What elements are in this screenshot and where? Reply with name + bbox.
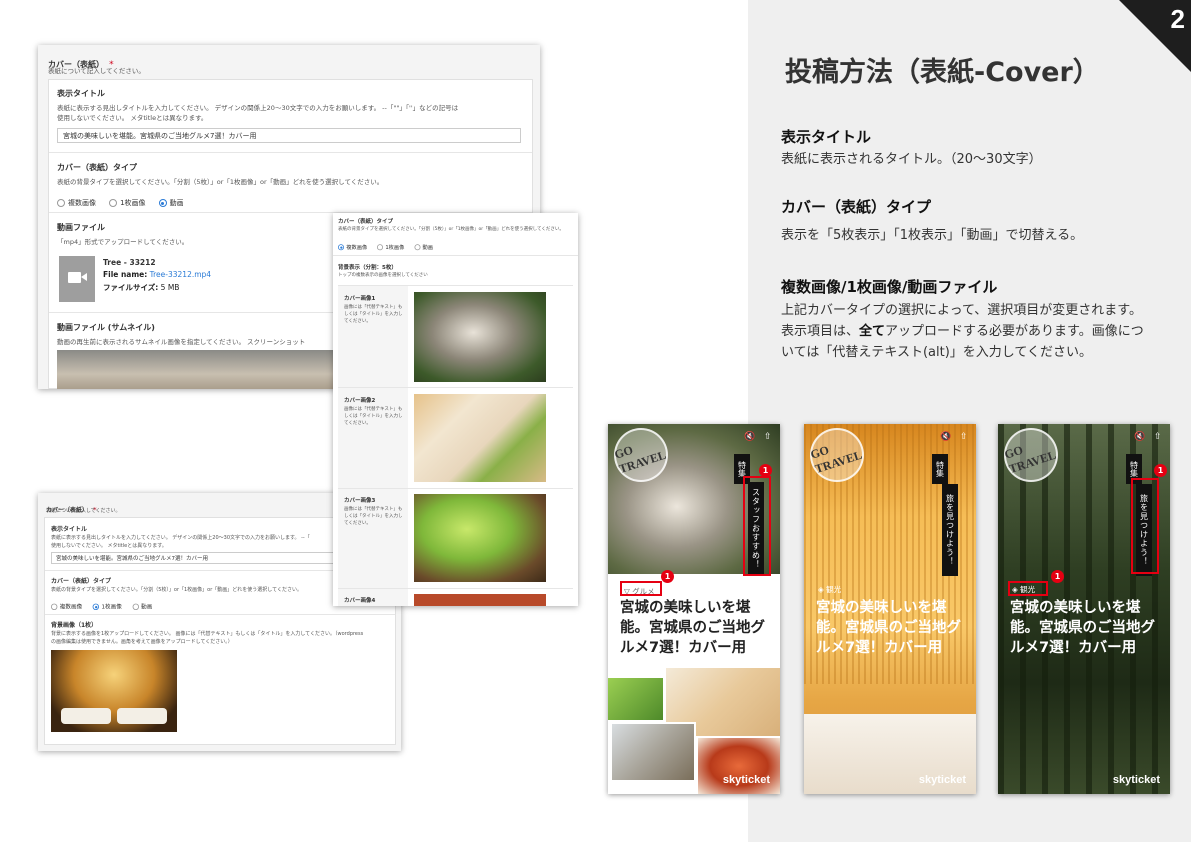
title-hint-2: 使用しないでください。 メタtitleとは異なります。 (51, 543, 167, 549)
cover-image-1-oyster[interactable] (414, 292, 546, 382)
type-label: カバー（表紙）タイプ (57, 163, 137, 172)
find-travel-tag: 旅を見つけよう！ (942, 484, 958, 576)
radio-video[interactable]: 動画 (132, 603, 152, 611)
type-radio-group: 複数画像 1枚画像 動画 (57, 192, 192, 211)
highlight-box-tag (743, 476, 771, 576)
section-body-title: 表紙に表示されるタイトル。（20〜30文字） (781, 152, 1042, 167)
phone-preview-video: GO TRAVEL 🔇 ⇧ 特集 旅を見つけよう！ 1 ◈ 観光 1 宮城の美味… (998, 424, 1170, 794)
phone-preview-single: GO TRAVEL 🔇 ⇧ 特集 旅を見つけよう！ ◈ 観光 宮城の美味しいを堪… (804, 424, 976, 794)
cover-title: 宮城の美味しいを堪能。宮城県のご当地グルメ7選！カバー用 (1010, 600, 1155, 656)
file-name-label: File name: (103, 270, 148, 279)
cover-image-1-label: カバー画像1 (344, 296, 376, 302)
cover-image-1-hint: 画像には「代替テキスト」もしくは「タイトル」を入力してください。 (344, 305, 403, 324)
title-hint: 表紙に表示する見出しタイトルを入力してください。 デザインの関係上20〜30文字… (51, 535, 310, 541)
title-label: 表示タイトル (51, 526, 88, 533)
type-hint: 表紙の背景タイプを選択してください。「分割（5枚）」or「1枚画像」or「動画」… (338, 227, 564, 232)
file-title: Tree - 33212 (103, 258, 156, 267)
callout-badge-tag: 1 (759, 464, 772, 477)
go-travel-logo: GO TRAVEL (1003, 428, 1058, 482)
bg-hint-2: の画像編集は使用できません。画角を考えて画像をアップロードしてください。） (51, 639, 233, 645)
slide-number: 2 (1170, 4, 1185, 34)
highlight-box-category (1008, 581, 1048, 596)
highlight-box-tag (1131, 478, 1159, 574)
type-radio-group: 複数画像 1枚画像 動画 (51, 598, 159, 613)
file-name-link[interactable]: Tree-33212.mp4 (150, 270, 211, 279)
radio-multiple[interactable]: 複数画像 (51, 603, 82, 611)
share-icon[interactable]: ⇧ (764, 432, 772, 442)
cover-image-4-label: カバー画像4 (344, 598, 376, 604)
file-size-label: ファイルサイズ: (103, 283, 159, 292)
highlight-box-category (620, 581, 662, 596)
noodle-photo (610, 722, 696, 782)
cover-image-4[interactable] (414, 594, 546, 606)
share-icon[interactable]: ⇧ (960, 432, 968, 442)
cover-hint: 表紙について記入してください。 (48, 67, 145, 75)
type-radio-group: 複数画像 1枚画像 動画 (338, 239, 439, 253)
feature-tag: 特集 (932, 454, 948, 484)
category-tag: ◈ 観光 (818, 585, 842, 594)
file-size: 5 MB (160, 283, 180, 292)
share-icon[interactable]: ⇧ (1154, 432, 1162, 442)
background-image (51, 650, 177, 732)
radio-multiple[interactable]: 複数画像 (57, 198, 96, 208)
thumbnail-image (57, 350, 347, 389)
type-hint: 表紙の背景タイプを選択してください。「分割（5枚）」or「1枚画像」or「動画」… (57, 178, 384, 186)
callout-badge-tag: 1 (1154, 464, 1167, 477)
radio-single[interactable]: 1枚画像 (377, 244, 404, 252)
phone-preview-multiple: GO TRAVEL 🔇 ⇧ 特集 スタッフおすすめ！ 1 ▽ グルメ 1 宮城の… (608, 424, 780, 794)
thumb-hint: 動画の再生前に表示されるサムネイル画像を指定してください。 スクリーンショット (57, 338, 306, 346)
section-heading-files: 複数画像/1枚画像/動画ファイル (781, 278, 998, 296)
skyticket-logo: skyticket (722, 774, 770, 786)
form-screenshot-multiple: カバー（表紙）タイプ 表紙の背景タイプを選択してください。「分割（5枚）」or「… (333, 213, 578, 606)
cover-image-3-hint: 画像には「代替テキスト」もしくは「タイトル」を入力してください。 (344, 507, 403, 526)
cover-hint: 表紙について記入してください。 (46, 508, 121, 514)
mute-icon[interactable]: 🔇 (940, 432, 951, 442)
video-hint: 「mp4」形式でアップロードしてください。 (57, 238, 189, 246)
type-label: カバー（表紙）タイプ (51, 578, 112, 585)
mute-icon[interactable]: 🔇 (1134, 432, 1145, 442)
zunda-photo (608, 678, 663, 720)
thumb-label: 動画ファイル (サムネイル) (57, 323, 155, 332)
go-travel-logo: GO TRAVEL (809, 428, 864, 482)
type-label: カバー（表紙）タイプ (338, 219, 394, 225)
bg-hint: トップの複数表示の画像を選択してください (338, 273, 428, 278)
radio-video[interactable]: 動画 (414, 244, 433, 252)
bg-label: 背景表示（分割：5枚） (338, 265, 397, 271)
callout-badge-category: 1 (661, 570, 674, 583)
cover-title: 宮城の美味しいを堪能。宮城県のご当地グルメ7選！カバー用 (816, 600, 961, 656)
video-file-icon (59, 256, 95, 302)
bg-hint: 背景に表示する画像を1枚アップロードしてください。 画像には「代替テキスト」もし… (51, 631, 364, 637)
cover-images-table: カバー画像1 画像には「代替テキスト」もしくは「タイトル」を入力してください。 … (338, 285, 573, 606)
type-hint: 表紙の背景タイプを選択してください。「分割（5枚）」or「1枚画像」or「動画」… (51, 587, 302, 593)
cover-image-3-zunda[interactable] (414, 494, 546, 582)
radio-single[interactable]: 1枚画像 (92, 603, 122, 611)
title-hint: 表紙に表示する見出しタイトルを入力してください。 デザインの関係上20〜30文字… (57, 104, 459, 112)
go-travel-logo: GO TRAVEL (613, 428, 668, 482)
skyticket-logo: skyticket (918, 774, 966, 786)
cover-title: 宮城の美味しいを堪能。宮城県のご当地グルメ7選！カバー用 (620, 600, 765, 656)
section-heading-type: カバー（表紙）タイプ (781, 198, 932, 216)
mute-icon[interactable]: 🔇 (744, 432, 755, 442)
cover-image-3-label: カバー画像3 (344, 498, 376, 504)
radio-single[interactable]: 1枚画像 (109, 198, 146, 208)
section-body-files: 上記カバータイプの選択によって、選択項目が変更されます。表示項目は、全てアップロ… (781, 303, 1144, 360)
radio-multiple[interactable]: 複数画像 (338, 244, 367, 252)
callout-badge-category: 1 (1051, 570, 1064, 583)
cover-image-2-label: カバー画像2 (344, 398, 376, 404)
title-label: 表示タイトル (57, 89, 105, 98)
video-label: 動画ファイル (57, 223, 105, 232)
cover-image-2-kamaboko[interactable] (414, 394, 546, 482)
skyticket-logo: skyticket (1112, 774, 1160, 786)
section-body-type: 表示を「5枚表示」「1枚表示」「動画」で切替える。 (781, 228, 1084, 243)
page-title: 投稿方法（表紙-Cover） (785, 57, 1100, 88)
radio-video[interactable]: 動画 (158, 198, 184, 208)
section-heading-title: 表示タイトル (781, 128, 872, 146)
title-input[interactable]: 宮城の美味しいを堪能。宮城県のご当地グルメ7選！カバー用 (57, 128, 521, 143)
cover-image-2-hint: 画像には「代替テキスト」もしくは「タイトル」を入力してください。 (344, 407, 403, 426)
bg-label: 背景画像（1枚） (51, 622, 98, 629)
title-hint-2: 使用しないでください。 メタtitleとは異なります。 (57, 114, 208, 122)
